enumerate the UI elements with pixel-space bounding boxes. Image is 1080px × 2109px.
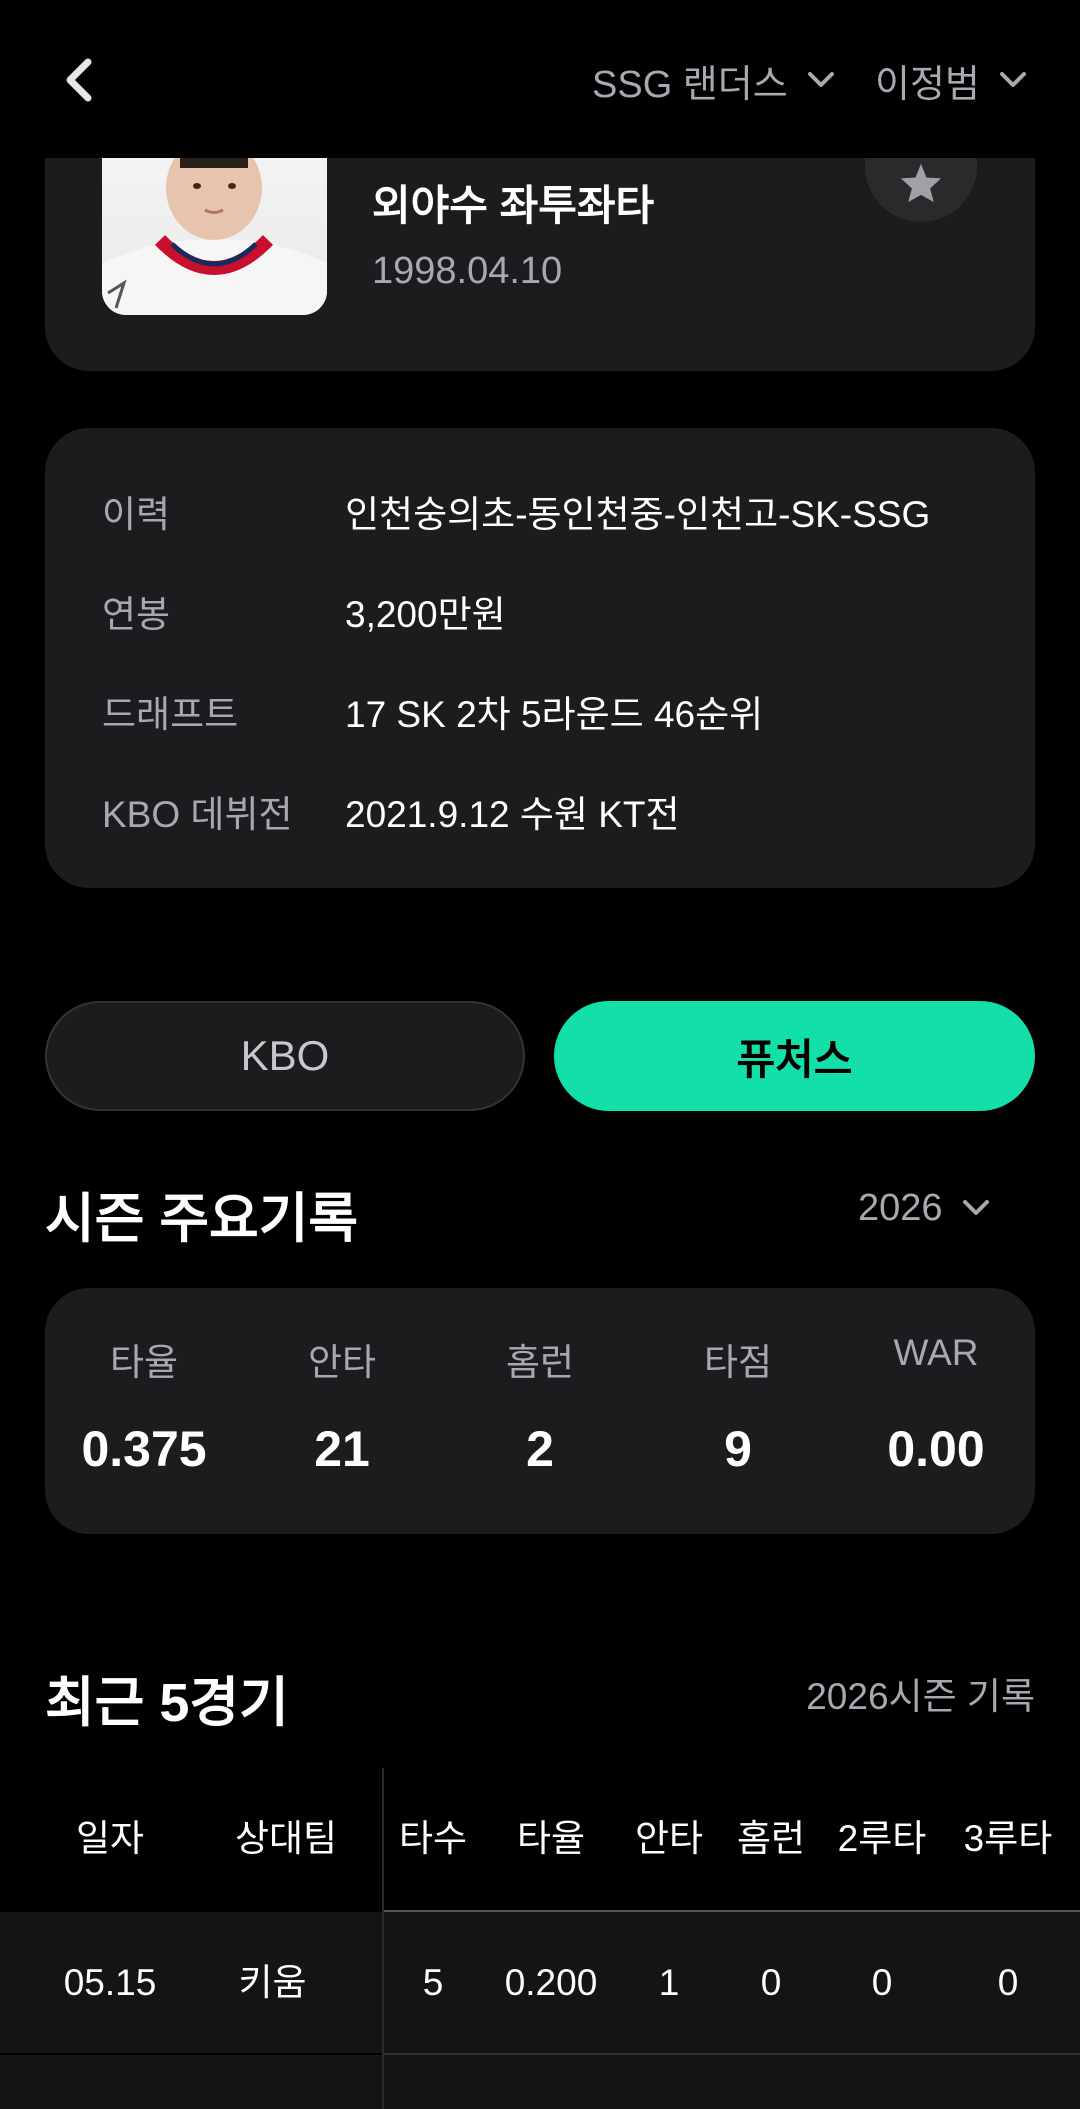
player-birthdate: 1998.04.10	[372, 250, 563, 292]
table-cell: 키움	[238, 1962, 307, 2003]
year-selector[interactable]: 2026	[858, 1180, 991, 1236]
info-value: 인천숭의초-동인천중-인천고-SK-SSG	[345, 494, 931, 535]
table-row[interactable]: 05.15 키움 5 0.200 1 0 0 0	[0, 1912, 1080, 2053]
column-header: 3루타	[963, 1818, 1053, 1859]
recent-games-title: 최근 5경기	[45, 1673, 289, 1733]
column-header: 일자	[75, 1818, 145, 1859]
column-header: 타율	[516, 1818, 586, 1859]
stat-homeruns: 홈런 2	[441, 1332, 639, 1478]
info-row-draft: 드래프트 17 SK 2차 5라운드 46순위	[102, 686, 763, 736]
chevron-down-icon	[962, 1200, 989, 1215]
stat-value: 9	[724, 1421, 752, 1477]
year-value: 2026	[858, 1186, 943, 1229]
season-stats-card: 타율 0.375 안타 21 홈런 2 타점 9 WAR 0.00	[45, 1288, 1035, 1534]
table-cell: 0	[760, 1962, 782, 2003]
stat-label: WAR	[893, 1332, 979, 1373]
chevron-down-icon	[999, 72, 1026, 87]
column-header: 상대팀	[234, 1818, 338, 1859]
favorite-button[interactable]	[865, 150, 977, 222]
info-row-debut: KBO 데뷔전 2021.9.12 수원 KT전	[102, 786, 680, 836]
info-row-salary: 연봉 3,200만원	[102, 586, 506, 636]
team-selector[interactable]: SSG 랜더스	[592, 52, 836, 108]
info-label: 연봉	[102, 594, 171, 635]
table-row[interactable]	[0, 2055, 1080, 2109]
info-label: 이력	[102, 494, 171, 535]
player-selector[interactable]: 이정범	[875, 52, 1028, 108]
star-icon	[900, 163, 942, 203]
back-button[interactable]	[58, 52, 102, 108]
column-header: 2루타	[837, 1818, 927, 1859]
stat-avg: 타율 0.375	[45, 1332, 243, 1478]
table-cell: 0.200	[504, 1962, 598, 2003]
table-cell: 0	[997, 1962, 1019, 2003]
column-header: 홈런	[736, 1818, 806, 1859]
tab-kbo[interactable]: KBO	[45, 1001, 525, 1111]
stat-rbi: 타점 9	[639, 1332, 837, 1478]
column-header: 타수	[398, 1818, 468, 1859]
stat-value: 0.00	[887, 1421, 985, 1477]
stat-value: 2	[526, 1421, 554, 1477]
stat-label: 타율	[109, 1342, 179, 1383]
team-name: SSG 랜더스	[592, 63, 788, 106]
info-value: 3,200만원	[345, 594, 506, 635]
stat-value: 0.375	[81, 1421, 207, 1477]
player-info-card: 이력 인천숭의초-동인천중-인천고-SK-SSG 연봉 3,200만원 드래프트…	[45, 428, 1035, 888]
stat-value: 21	[314, 1421, 370, 1477]
player-position: 외야수 좌투좌타	[372, 182, 655, 229]
info-value: 2021.9.12 수원 KT전	[345, 794, 680, 835]
table-cell: 5	[422, 1962, 444, 2003]
stat-label: 안타	[307, 1342, 377, 1383]
info-row-history: 이력 인천숭의초-동인천중-인천고-SK-SSG	[102, 486, 930, 536]
stat-hits: 안타 21	[243, 1332, 441, 1478]
stat-label: 타점	[703, 1342, 773, 1383]
recent-games-subtitle: 2026시즌 기록	[806, 1676, 1035, 1717]
player-photo	[102, 158, 327, 315]
table-cell: 1	[658, 1962, 680, 2003]
season-title: 시즌 주요기록	[45, 1189, 359, 1249]
table-cell: 0	[871, 1962, 893, 2003]
stat-war: WAR 0.00	[837, 1332, 1035, 1478]
stat-label: 홈런	[505, 1342, 575, 1383]
info-value: 17 SK 2차 5라운드 46순위	[345, 694, 764, 735]
chevron-down-icon	[807, 72, 834, 87]
table-header: 일자 상대팀 타수 타율 안타 홈런 2루타 3루타	[0, 1768, 1080, 1910]
tab-futures[interactable]: 퓨처스	[554, 1001, 1035, 1111]
table-cell: 05.15	[63, 1962, 157, 2003]
chevron-left-icon	[66, 58, 92, 102]
player-name: 이정범	[875, 63, 980, 106]
top-bar: SSG 랜더스 이정범	[0, 0, 1080, 158]
column-header: 안타	[634, 1818, 704, 1859]
info-label: 드래프트	[102, 694, 239, 735]
table-frozen-column-divider	[382, 1768, 384, 2109]
info-label: KBO 데뷔전	[102, 794, 293, 835]
